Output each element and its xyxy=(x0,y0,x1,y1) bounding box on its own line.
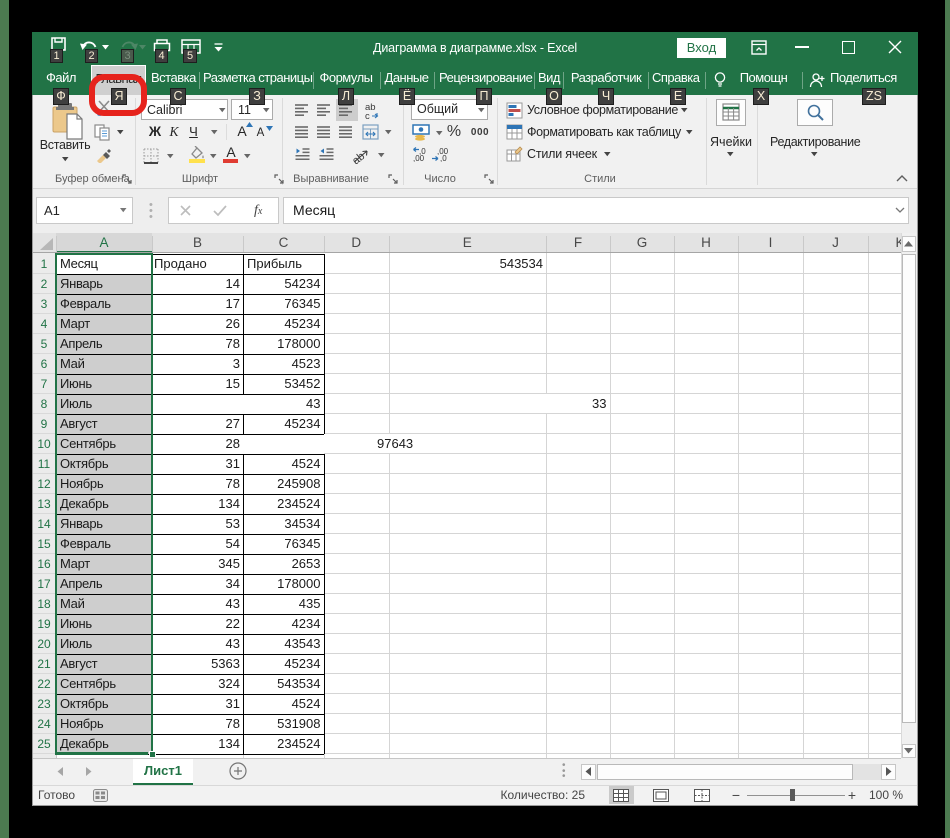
svg-text:,0: ,0 xyxy=(440,154,447,163)
svg-text:c: c xyxy=(365,111,370,120)
svg-text:,00: ,00 xyxy=(413,154,425,163)
